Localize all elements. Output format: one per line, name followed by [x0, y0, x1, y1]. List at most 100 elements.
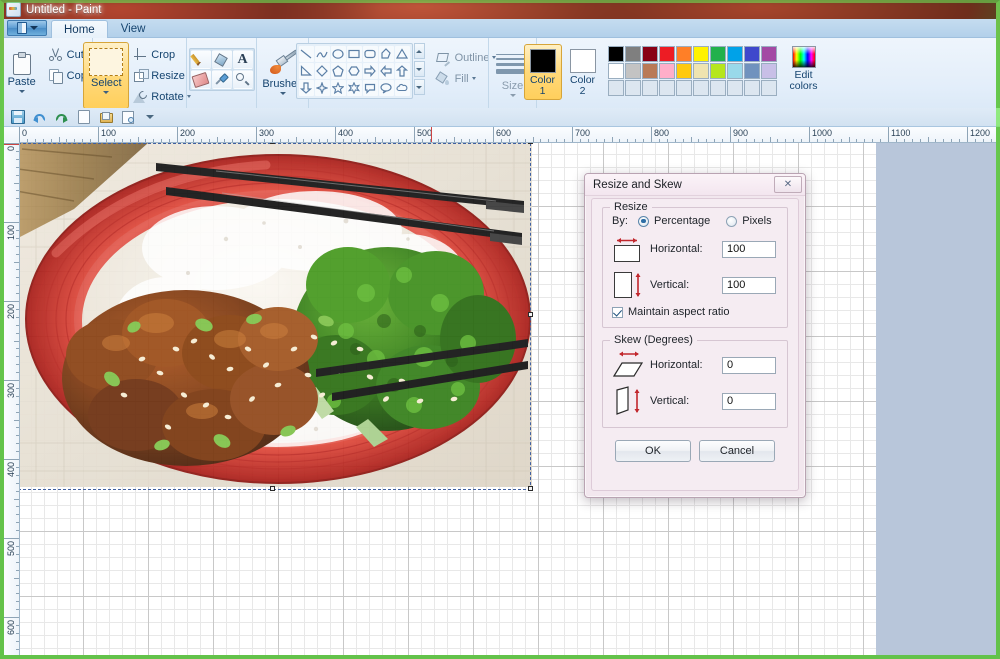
handle-bottom-right[interactable] [528, 486, 533, 491]
palette-swatch-2-7[interactable] [726, 80, 743, 96]
palette-swatch-2-3[interactable] [658, 80, 675, 96]
cancel-button[interactable]: Cancel [699, 440, 775, 462]
shape-oval[interactable] [330, 46, 346, 62]
redo-button[interactable] [52, 108, 71, 126]
tool-color-picker[interactable] [211, 70, 232, 89]
shape-cloud-callout[interactable] [394, 80, 410, 96]
horizontal-ruler[interactable]: 0 100 200 300 400 500 600 700 800 900 1000 1100 1200 [4, 127, 996, 143]
select-button[interactable]: Select [83, 42, 130, 109]
skew-horizontal-input[interactable]: 0 [722, 356, 776, 374]
palette-swatch-0-9[interactable] [760, 46, 777, 62]
print-preview-button[interactable] [118, 108, 137, 126]
palette-swatch-0-2[interactable] [641, 46, 658, 62]
resize-and-skew-dialog[interactable]: Resize and Skew ✕ Resize By: Percentage … [584, 173, 806, 498]
maintain-aspect-checkbox[interactable] [612, 306, 623, 318]
handle-middle-right[interactable] [528, 312, 533, 317]
palette-swatch-2-2[interactable] [641, 80, 658, 96]
palette-swatch-0-0[interactable] [607, 46, 624, 62]
handle-bottom-center[interactable] [270, 486, 275, 491]
new-file-button[interactable] [74, 108, 93, 126]
palette-swatch-0-8[interactable] [743, 46, 760, 62]
shape-rounded-rectangle[interactable] [362, 46, 378, 62]
shape-pentagon[interactable] [330, 63, 346, 79]
ruler-minor-tick [390, 139, 392, 142]
shape-oval-callout[interactable] [378, 80, 394, 96]
shape-left-arrow[interactable] [378, 63, 394, 79]
palette-swatch-1-5[interactable] [692, 63, 709, 79]
shape-rectangle[interactable] [346, 46, 362, 62]
palette-swatch-2-5[interactable] [692, 80, 709, 96]
tab-view[interactable]: View [108, 20, 159, 37]
shape-down-arrow[interactable] [298, 80, 314, 96]
file-menu-button[interactable] [7, 20, 47, 36]
shape-up-arrow[interactable] [394, 63, 410, 79]
ruler-minor-tick [579, 139, 581, 142]
edit-colors-button[interactable]: Edit colors [783, 44, 825, 92]
customize-quick-access-button[interactable] [140, 108, 159, 126]
shape-diamond[interactable] [314, 63, 330, 79]
palette-swatch-1-4[interactable] [675, 63, 692, 79]
palette-swatch-0-5[interactable] [692, 46, 709, 62]
palette-swatch-1-3[interactable] [658, 63, 675, 79]
ruler-minor-tick [706, 139, 708, 142]
close-icon[interactable]: ✕ [774, 176, 802, 193]
palette-swatch-1-6[interactable] [709, 63, 726, 79]
tool-magnifier[interactable] [232, 70, 253, 89]
shape-rounded-callout[interactable] [362, 80, 378, 96]
tool-fill-with-color[interactable] [211, 50, 232, 69]
open-file-button[interactable] [96, 108, 115, 126]
palette-swatch-1-8[interactable] [743, 63, 760, 79]
color-1-button[interactable]: Color 1 [523, 44, 562, 100]
tool-text[interactable]: A [232, 50, 253, 69]
shape-four-point-star[interactable] [314, 80, 330, 96]
undo-button[interactable] [30, 108, 49, 126]
vertical-ruler[interactable]: 0 100 200 300 400 500 600 [4, 142, 20, 655]
tool-pencil[interactable] [190, 50, 211, 69]
save-button[interactable] [8, 108, 27, 126]
shapes-expand-button[interactable] [413, 79, 425, 95]
paste-button[interactable]: Paste [0, 42, 45, 93]
tab-home[interactable]: Home [51, 20, 108, 38]
shape-line[interactable] [298, 46, 314, 62]
canvas-scroll-area[interactable] [19, 142, 996, 655]
outline-icon [436, 50, 452, 65]
palette-swatch-1-0[interactable] [607, 63, 624, 79]
resize-vertical-input[interactable]: 100 [722, 276, 776, 294]
palette-swatch-0-3[interactable] [658, 46, 675, 62]
shape-polygon[interactable] [378, 46, 394, 62]
palette-swatch-0-1[interactable] [624, 46, 641, 62]
shape-right-triangle[interactable] [298, 63, 314, 79]
palette-swatch-0-7[interactable] [726, 46, 743, 62]
palette-swatch-1-7[interactable] [726, 63, 743, 79]
palette-swatch-1-9[interactable] [760, 63, 777, 79]
shape-hexagon[interactable] [346, 63, 362, 79]
shape-six-point-star[interactable] [346, 80, 362, 96]
radio-pixels[interactable] [726, 215, 738, 227]
shape-curve[interactable] [314, 46, 330, 62]
palette-swatch-2-1[interactable] [624, 80, 641, 96]
shapes-scroll-down-button[interactable] [413, 61, 425, 77]
shape-five-point-star[interactable] [330, 80, 346, 96]
palette-swatch-2-4[interactable] [675, 80, 692, 96]
palette-swatch-0-4[interactable] [675, 46, 692, 62]
canvas-image[interactable] [19, 143, 532, 490]
palette-swatch-2-9[interactable] [760, 80, 777, 96]
palette-swatch-2-6[interactable] [709, 80, 726, 96]
dialog-title-bar[interactable]: Resize and Skew ✕ [585, 174, 805, 196]
ruler-minor-tick [556, 139, 558, 142]
radio-percentage[interactable] [638, 215, 649, 227]
palette-swatch-1-2[interactable] [641, 63, 658, 79]
palette-swatch-2-0[interactable] [607, 80, 624, 96]
ok-button[interactable]: OK [615, 440, 691, 462]
shapes-scroll-up-button[interactable] [413, 43, 425, 59]
palette-swatch-1-1[interactable] [624, 63, 641, 79]
resize-horizontal-input[interactable]: 100 [722, 240, 776, 258]
maintain-aspect-row[interactable]: Maintain aspect ratio [612, 306, 778, 318]
palette-swatch-0-6[interactable] [709, 46, 726, 62]
tool-eraser[interactable] [190, 70, 211, 89]
color-2-button[interactable]: Color 2 [564, 44, 602, 100]
shape-triangle[interactable] [394, 46, 410, 62]
palette-swatch-2-8[interactable] [743, 80, 760, 96]
skew-vertical-input[interactable]: 0 [722, 392, 776, 410]
shape-right-arrow[interactable] [362, 63, 378, 79]
